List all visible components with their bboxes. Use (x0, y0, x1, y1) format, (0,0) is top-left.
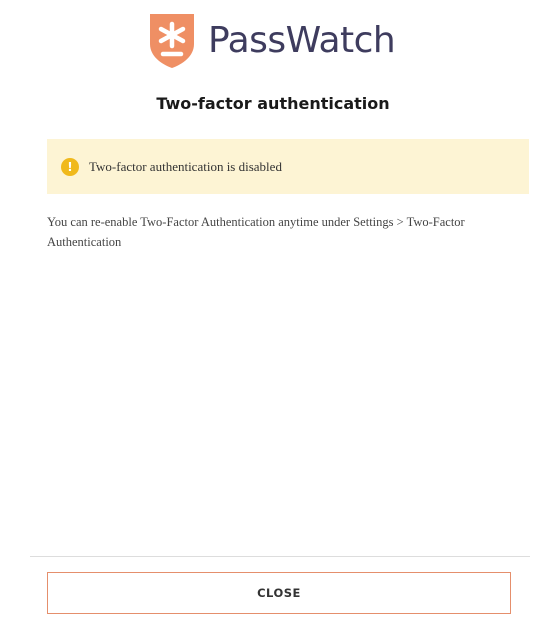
close-button[interactable]: CLOSE (47, 572, 511, 614)
footer-divider (30, 556, 530, 557)
status-alert: ! Two-factor authentication is disabled (47, 139, 529, 194)
alert-text: Two-factor authentication is disabled (89, 158, 282, 174)
warning-icon: ! (61, 157, 79, 176)
asterisk-shield-icon (150, 14, 194, 68)
brand-logo: PassWatch (148, 14, 396, 68)
brand-name: PassWatch (208, 20, 396, 61)
dialog-title: Two-factor authentication (156, 94, 390, 113)
info-message: You can re-enable Two-Factor Authenticat… (47, 215, 465, 249)
